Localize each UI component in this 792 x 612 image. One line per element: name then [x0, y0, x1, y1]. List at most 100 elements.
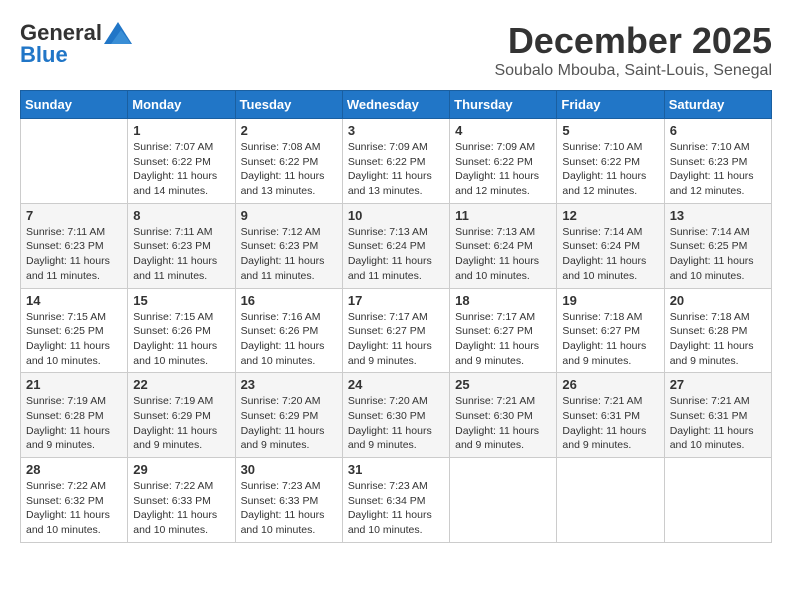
calendar-cell: 16 Sunrise: 7:16 AM Sunset: 6:26 PM Dayl…: [235, 288, 342, 373]
day-number: 23: [241, 377, 337, 392]
calendar-cell: 21 Sunrise: 7:19 AM Sunset: 6:28 PM Dayl…: [21, 373, 128, 458]
month-title: December 2025: [494, 20, 772, 62]
daylight-text: Daylight: 11 hours and 11 minutes.: [26, 255, 110, 282]
daylight-text: Daylight: 11 hours and 10 minutes.: [562, 255, 646, 282]
daylight-text: Daylight: 11 hours and 9 minutes.: [241, 425, 325, 452]
day-info: Sunrise: 7:10 AM Sunset: 6:22 PM Dayligh…: [562, 140, 658, 199]
sunrise-text: Sunrise: 7:20 AM: [348, 395, 428, 407]
day-number: 8: [133, 208, 229, 223]
sunset-text: Sunset: 6:23 PM: [670, 156, 748, 168]
sunrise-text: Sunrise: 7:10 AM: [562, 141, 642, 153]
calendar-week-row: 14 Sunrise: 7:15 AM Sunset: 6:25 PM Dayl…: [21, 288, 772, 373]
day-info: Sunrise: 7:12 AM Sunset: 6:23 PM Dayligh…: [241, 225, 337, 284]
day-info: Sunrise: 7:20 AM Sunset: 6:30 PM Dayligh…: [348, 394, 444, 453]
calendar-header-row: Sunday Monday Tuesday Wednesday Thursday…: [21, 91, 772, 119]
sunset-text: Sunset: 6:26 PM: [133, 325, 211, 337]
sunrise-text: Sunrise: 7:18 AM: [562, 311, 642, 323]
day-info: Sunrise: 7:13 AM Sunset: 6:24 PM Dayligh…: [348, 225, 444, 284]
daylight-text: Daylight: 11 hours and 9 minutes.: [26, 425, 110, 452]
sunrise-text: Sunrise: 7:08 AM: [241, 141, 321, 153]
day-info: Sunrise: 7:09 AM Sunset: 6:22 PM Dayligh…: [455, 140, 551, 199]
sunrise-text: Sunrise: 7:11 AM: [26, 226, 105, 238]
day-info: Sunrise: 7:10 AM Sunset: 6:23 PM Dayligh…: [670, 140, 766, 199]
sunset-text: Sunset: 6:28 PM: [26, 410, 104, 422]
sunset-text: Sunset: 6:34 PM: [348, 495, 426, 507]
day-info: Sunrise: 7:11 AM Sunset: 6:23 PM Dayligh…: [133, 225, 229, 284]
day-info: Sunrise: 7:17 AM Sunset: 6:27 PM Dayligh…: [348, 310, 444, 369]
daylight-text: Daylight: 11 hours and 10 minutes.: [670, 255, 754, 282]
day-number: 6: [670, 123, 766, 138]
col-friday: Friday: [557, 91, 664, 119]
sunrise-text: Sunrise: 7:13 AM: [348, 226, 428, 238]
sunset-text: Sunset: 6:22 PM: [562, 156, 640, 168]
sunrise-text: Sunrise: 7:17 AM: [348, 311, 428, 323]
daylight-text: Daylight: 11 hours and 10 minutes.: [348, 509, 432, 536]
sunset-text: Sunset: 6:24 PM: [562, 240, 640, 252]
daylight-text: Daylight: 11 hours and 13 minutes.: [241, 170, 325, 197]
day-number: 11: [455, 208, 551, 223]
sunrise-text: Sunrise: 7:12 AM: [241, 226, 321, 238]
day-info: Sunrise: 7:09 AM Sunset: 6:22 PM Dayligh…: [348, 140, 444, 199]
day-info: Sunrise: 7:15 AM Sunset: 6:26 PM Dayligh…: [133, 310, 229, 369]
sunset-text: Sunset: 6:23 PM: [26, 240, 104, 252]
daylight-text: Daylight: 11 hours and 9 minutes.: [562, 425, 646, 452]
calendar-cell: 25 Sunrise: 7:21 AM Sunset: 6:30 PM Dayl…: [450, 373, 557, 458]
day-number: 18: [455, 293, 551, 308]
calendar-cell: 27 Sunrise: 7:21 AM Sunset: 6:31 PM Dayl…: [664, 373, 771, 458]
calendar-cell: 3 Sunrise: 7:09 AM Sunset: 6:22 PM Dayli…: [342, 119, 449, 204]
day-info: Sunrise: 7:07 AM Sunset: 6:22 PM Dayligh…: [133, 140, 229, 199]
day-number: 21: [26, 377, 122, 392]
day-number: 28: [26, 462, 122, 477]
day-number: 7: [26, 208, 122, 223]
sunset-text: Sunset: 6:31 PM: [562, 410, 640, 422]
calendar-cell: [557, 458, 664, 543]
calendar-table: Sunday Monday Tuesday Wednesday Thursday…: [20, 90, 772, 543]
day-number: 14: [26, 293, 122, 308]
sunset-text: Sunset: 6:33 PM: [241, 495, 319, 507]
day-number: 26: [562, 377, 658, 392]
daylight-text: Daylight: 11 hours and 11 minutes.: [348, 255, 432, 282]
sunset-text: Sunset: 6:28 PM: [670, 325, 748, 337]
title-block: December 2025 Soubalo Mbouba, Saint-Loui…: [494, 20, 772, 80]
col-tuesday: Tuesday: [235, 91, 342, 119]
calendar-cell: 29 Sunrise: 7:22 AM Sunset: 6:33 PM Dayl…: [128, 458, 235, 543]
logo-icon: [104, 22, 132, 44]
sunrise-text: Sunrise: 7:11 AM: [133, 226, 212, 238]
day-number: 22: [133, 377, 229, 392]
calendar-cell: 2 Sunrise: 7:08 AM Sunset: 6:22 PM Dayli…: [235, 119, 342, 204]
day-info: Sunrise: 7:21 AM Sunset: 6:31 PM Dayligh…: [670, 394, 766, 453]
calendar-cell: 31 Sunrise: 7:23 AM Sunset: 6:34 PM Dayl…: [342, 458, 449, 543]
sunrise-text: Sunrise: 7:21 AM: [562, 395, 642, 407]
calendar-cell: 9 Sunrise: 7:12 AM Sunset: 6:23 PM Dayli…: [235, 203, 342, 288]
sunrise-text: Sunrise: 7:07 AM: [133, 141, 213, 153]
col-saturday: Saturday: [664, 91, 771, 119]
daylight-text: Daylight: 11 hours and 12 minutes.: [455, 170, 539, 197]
calendar-cell: 11 Sunrise: 7:13 AM Sunset: 6:24 PM Dayl…: [450, 203, 557, 288]
daylight-text: Daylight: 11 hours and 10 minutes.: [241, 509, 325, 536]
sunrise-text: Sunrise: 7:20 AM: [241, 395, 321, 407]
day-number: 9: [241, 208, 337, 223]
daylight-text: Daylight: 11 hours and 9 minutes.: [455, 340, 539, 367]
sunset-text: Sunset: 6:29 PM: [241, 410, 319, 422]
day-number: 29: [133, 462, 229, 477]
day-number: 17: [348, 293, 444, 308]
day-number: 19: [562, 293, 658, 308]
sunrise-text: Sunrise: 7:19 AM: [26, 395, 106, 407]
daylight-text: Daylight: 11 hours and 11 minutes.: [241, 255, 325, 282]
sunrise-text: Sunrise: 7:14 AM: [670, 226, 750, 238]
day-info: Sunrise: 7:16 AM Sunset: 6:26 PM Dayligh…: [241, 310, 337, 369]
daylight-text: Daylight: 11 hours and 9 minutes.: [348, 425, 432, 452]
day-number: 16: [241, 293, 337, 308]
daylight-text: Daylight: 11 hours and 10 minutes.: [241, 340, 325, 367]
day-info: Sunrise: 7:18 AM Sunset: 6:27 PM Dayligh…: [562, 310, 658, 369]
day-info: Sunrise: 7:19 AM Sunset: 6:29 PM Dayligh…: [133, 394, 229, 453]
sunrise-text: Sunrise: 7:21 AM: [670, 395, 750, 407]
sunset-text: Sunset: 6:29 PM: [133, 410, 211, 422]
calendar-cell: 23 Sunrise: 7:20 AM Sunset: 6:29 PM Dayl…: [235, 373, 342, 458]
day-info: Sunrise: 7:22 AM Sunset: 6:32 PM Dayligh…: [26, 479, 122, 538]
sunrise-text: Sunrise: 7:17 AM: [455, 311, 535, 323]
sunrise-text: Sunrise: 7:23 AM: [241, 480, 321, 492]
day-info: Sunrise: 7:17 AM Sunset: 6:27 PM Dayligh…: [455, 310, 551, 369]
sunrise-text: Sunrise: 7:10 AM: [670, 141, 750, 153]
calendar-week-row: 21 Sunrise: 7:19 AM Sunset: 6:28 PM Dayl…: [21, 373, 772, 458]
